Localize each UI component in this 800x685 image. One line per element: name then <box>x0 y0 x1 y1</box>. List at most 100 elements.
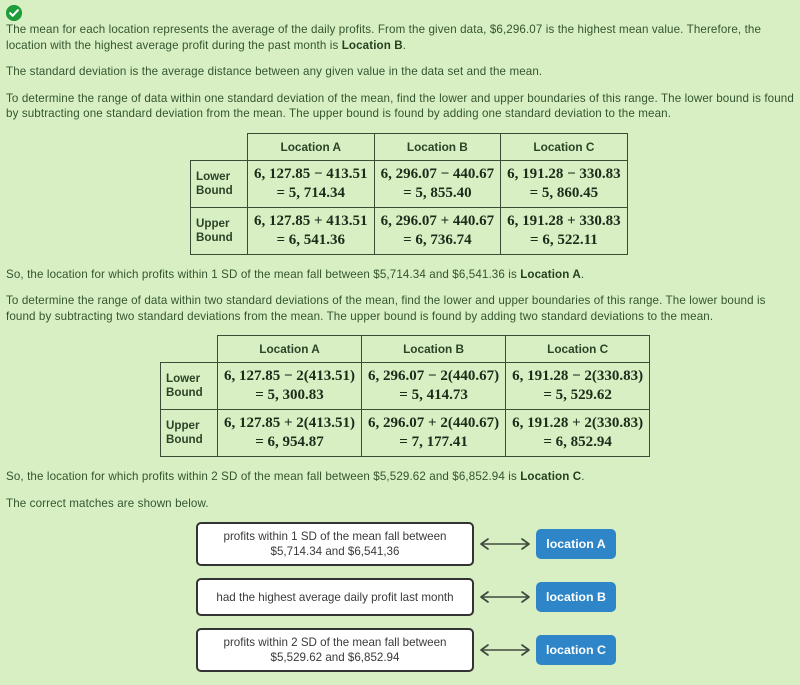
cell-lower-a: 6, 127.85 − 413.51 = 5, 714.34 <box>247 159 375 208</box>
cell-lower-c: 6, 191.28 − 330.83 = 5, 860.45 <box>500 159 628 208</box>
cell-result: = 7, 177.41 <box>399 434 468 450</box>
match-row: profits within 2 SD of the mean fall bet… <box>196 628 794 672</box>
match-target-badge-location-c[interactable]: location C <box>536 635 616 665</box>
row-label-lower-bound: Lower Bound <box>160 362 218 410</box>
paragraph-one-sd-conclusion: So, the location for which profits withi… <box>6 267 794 283</box>
cell-lower-b: 6, 296.07 − 440.67 = 5, 855.40 <box>373 159 502 208</box>
column-header-location-c: Location C <box>505 335 651 363</box>
match-row: profits within 1 SD of the mean fall bet… <box>196 522 794 566</box>
cell-expression: 6, 191.28 + 330.83 <box>507 212 621 229</box>
cell-lower-b: 6, 296.07 − 2(440.67) = 5, 414.73 <box>361 362 507 410</box>
two-sd-bounds-table: Location A Location B Location C Lower Bo… <box>160 335 651 457</box>
double-arrow-icon <box>474 589 536 605</box>
double-arrow-icon <box>474 642 536 658</box>
cell-expression: 6, 296.07 − 440.67 <box>380 165 495 182</box>
paragraph-4-text-c: . <box>580 267 585 281</box>
table-row: Lower Bound 6, 127.85 − 413.51 = 5, 714.34… <box>190 159 628 208</box>
cell-expression: 6, 191.28 − 330.83 <box>507 165 621 182</box>
location-a-emphasis: Location A <box>520 267 581 281</box>
match-description-line2: $5,529.62 and $6,852.94 <box>270 651 400 664</box>
match-target-badge-location-a[interactable]: location A <box>536 529 616 559</box>
paragraph-two-sd-conclusion: So, the location for which profits withi… <box>6 469 794 485</box>
table-header-row: Location A Location B Location C <box>161 335 651 363</box>
row-label-line2: Bound <box>166 386 203 399</box>
row-label-lower-bound: Lower Bound <box>190 159 248 208</box>
row-label-line2: Bound <box>196 183 233 197</box>
location-b-emphasis: Location B <box>341 38 403 52</box>
match-description-line2: $5,714.34 and $6,541,36 <box>270 545 400 558</box>
match-description-line1: had the highest average daily profit las… <box>216 590 454 604</box>
cell-result: = 6, 736.74 <box>403 231 472 248</box>
row-label-upper-bound: Upper Bound <box>160 409 218 457</box>
cell-lower-a: 6, 127.85 − 2(413.51) = 5, 300.83 <box>216 362 363 410</box>
row-label-line2: Bound <box>196 230 233 244</box>
paragraph-standard-deviation-definition: The standard deviation is the average di… <box>6 65 543 78</box>
cell-upper-b: 6, 296.07 + 440.67 = 6, 736.74 <box>373 206 502 255</box>
cell-expression: 6, 127.85 − 2(413.51) <box>224 368 356 384</box>
cell-upper-b: 6, 296.07 + 2(440.67) = 7, 177.41 <box>361 409 507 457</box>
cell-lower-c: 6, 191.28 − 2(330.83) = 5, 529.62 <box>505 362 651 410</box>
table-row: Upper Bound 6, 127.85 + 2(413.51) = 6, 954… <box>160 409 651 457</box>
cell-expression: 6, 296.07 − 2(440.67) <box>368 368 500 384</box>
table-row: Upper Bound 6, 127.85 + 413.51 = 6, 541.36… <box>190 206 628 255</box>
column-header-location-b: Location B <box>361 335 507 363</box>
match-description-line1: profits within 2 SD of the mean fall bet… <box>223 636 447 649</box>
table-row: Lower Bound 6, 127.85 − 2(413.51) = 5, 300… <box>160 362 651 410</box>
paragraph-6-text-a: So, the location for which profits withi… <box>6 470 521 483</box>
row-label-line1: Lower <box>166 372 201 385</box>
table-header-row: Location A Location B Location C <box>191 132 628 161</box>
cell-result: = 5, 300.83 <box>255 387 324 403</box>
one-sd-bounds-table: Location A Location B Location C Lower Bo… <box>190 132 628 255</box>
double-arrow-icon <box>474 536 536 552</box>
column-header-location-a: Location A <box>216 335 363 363</box>
cell-expression: 6, 191.28 + 2(330.83) <box>512 415 644 431</box>
two-sd-table-wrapper: Location A Location B Location C Lower Bo… <box>6 335 794 457</box>
column-header-location-b: Location B <box>373 132 502 161</box>
row-label-line2: Bound <box>166 433 203 446</box>
table-corner-cell <box>191 133 248 160</box>
paragraph-one-sd-instructions: To determine the range of data within on… <box>6 91 794 121</box>
paragraph-4-text-a: So, the location for which profits withi… <box>6 267 521 281</box>
paragraph-6-text-c: . <box>581 470 585 483</box>
cell-expression: 6, 191.28 − 2(330.83) <box>512 368 644 384</box>
match-description-box-3: profits within 2 SD of the mean fall bet… <box>196 628 474 672</box>
cell-result: = 5, 414.73 <box>399 387 468 403</box>
cell-result: = 5, 855.40 <box>403 184 472 201</box>
paragraph-two-sd-instructions: To determine the range of data within tw… <box>6 294 766 323</box>
one-sd-table-wrapper: Location A Location B Location C Lower Bo… <box>6 132 794 255</box>
cell-result: = 6, 852.94 <box>543 434 612 450</box>
table-corner-cell <box>161 336 218 363</box>
cell-upper-c: 6, 191.28 + 2(330.83) = 6, 852.94 <box>505 409 651 457</box>
location-c-emphasis: Location C <box>520 470 582 483</box>
cell-expression: 6, 127.85 + 2(413.51) <box>224 415 356 431</box>
cell-expression: 6, 127.85 − 413.51 <box>254 165 368 182</box>
paragraph-matches-intro: The correct matches are shown below. <box>6 496 209 510</box>
cell-upper-a: 6, 127.85 + 2(413.51) = 6, 954.87 <box>216 409 363 457</box>
paragraph-1-text-c: . <box>402 38 407 52</box>
cell-result: = 5, 529.62 <box>543 387 612 403</box>
cell-expression: 6, 127.85 + 413.51 <box>254 212 368 229</box>
match-row: had the highest average daily profit las… <box>196 578 794 616</box>
row-label-upper-bound: Upper Bound <box>190 206 248 255</box>
cell-upper-c: 6, 191.28 + 330.83 = 6, 522.11 <box>500 206 628 255</box>
cell-result: = 5, 860.45 <box>529 184 599 201</box>
match-description-box-1: profits within 1 SD of the mean fall bet… <box>196 522 474 566</box>
check-circle-icon <box>6 5 22 21</box>
match-description-line1: profits within 1 SD of the mean fall bet… <box>223 530 447 543</box>
cell-result: = 5, 714.34 <box>276 184 346 201</box>
cell-expression: 6, 296.07 + 440.67 <box>380 212 495 229</box>
cell-expression: 6, 296.07 + 2(440.67) <box>368 415 500 431</box>
row-label-line1: Upper <box>166 419 200 432</box>
cell-result: = 6, 522.11 <box>530 231 598 248</box>
column-header-location-a: Location A <box>247 132 375 161</box>
matching-diagram: profits within 1 SD of the mean fall bet… <box>6 522 794 672</box>
explanation-content: The mean for each location represents th… <box>6 22 794 684</box>
match-description-box-2: had the highest average daily profit las… <box>196 578 474 616</box>
row-label-line1: Upper <box>196 216 230 230</box>
cell-result: = 6, 541.36 <box>276 231 346 248</box>
cell-result: = 6, 954.87 <box>255 434 324 450</box>
column-header-location-c: Location C <box>500 132 628 161</box>
match-target-badge-location-b[interactable]: location B <box>536 582 616 612</box>
paragraph-mean-highest: The mean for each location represents th… <box>6 22 794 53</box>
cell-upper-a: 6, 127.85 + 413.51 = 6, 541.36 <box>247 206 375 255</box>
